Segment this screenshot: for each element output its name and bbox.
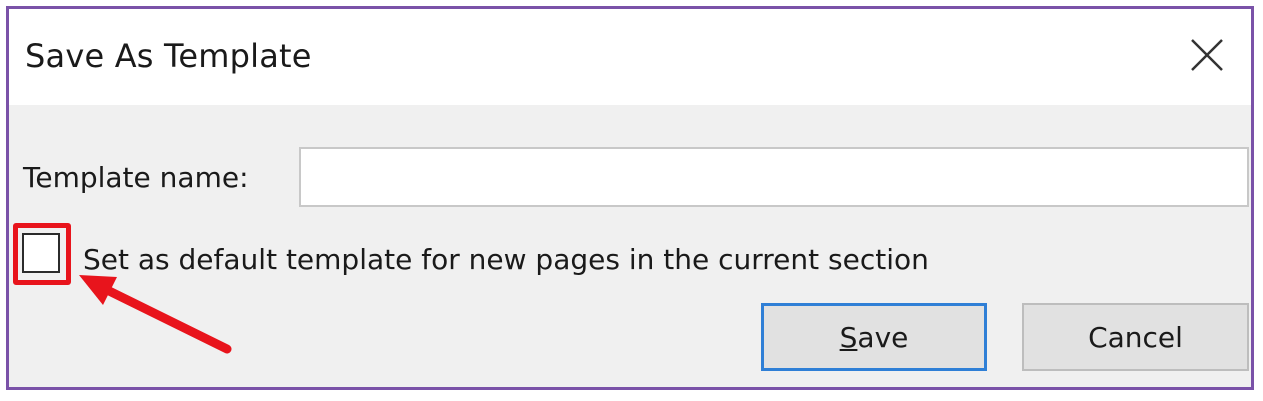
cancel-button-label: Cancel bbox=[1088, 320, 1183, 354]
template-name-label: Template name: bbox=[23, 161, 249, 194]
dialog-title: Save As Template bbox=[25, 37, 312, 75]
default-template-checkbox[interactable] bbox=[22, 233, 60, 273]
save-button-label: ave bbox=[857, 320, 909, 354]
close-icon bbox=[1191, 39, 1223, 71]
dialog-titlebar: Save As Template bbox=[9, 9, 1251, 105]
save-button-accelerator: S bbox=[839, 320, 858, 354]
save-as-template-dialog: Save As Template Template name: Set as d… bbox=[6, 6, 1254, 390]
close-button[interactable] bbox=[1183, 31, 1231, 79]
red-arrow-annotation bbox=[79, 275, 232, 354]
save-button[interactable]: Save bbox=[761, 303, 987, 371]
cancel-button[interactable]: Cancel bbox=[1022, 303, 1249, 371]
template-name-input[interactable] bbox=[299, 147, 1249, 207]
